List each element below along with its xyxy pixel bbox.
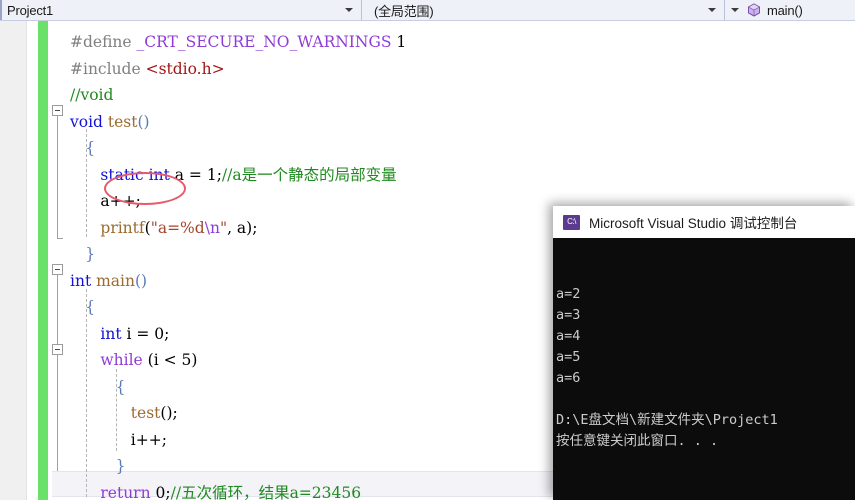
console-title-bar[interactable]: C:\ Microsoft Visual Studio 调试控制台 <box>553 206 855 238</box>
code-token: a++; <box>100 192 141 210</box>
code-token: static <box>100 165 144 184</box>
code-token: } <box>115 457 126 475</box>
code-token: //五次循环，结果a=23456 <box>170 483 362 500</box>
selection-margin <box>0 21 27 500</box>
code-line: return 0;//五次循环，结果a=23456 <box>100 480 361 500</box>
console-output-line: a=6 <box>556 370 581 386</box>
code-token: \n <box>204 218 220 237</box>
code-token: () <box>137 112 150 131</box>
code-line: { <box>85 294 95 321</box>
code-line: //void <box>70 82 113 109</box>
chevron-down-icon <box>731 8 739 12</box>
code-token: //void <box>70 86 114 104</box>
fold-guide-line <box>57 275 58 483</box>
change-tracking-bar <box>38 21 48 500</box>
code-token: test <box>130 404 161 422</box>
code-token: { <box>85 139 96 157</box>
code-token: test <box>107 112 138 131</box>
code-token: ) <box>191 351 198 369</box>
code-token: <stdio.h> <box>145 59 225 78</box>
code-token: 1 <box>206 165 217 184</box>
code-line: printf("a=%d\n", a); <box>100 215 257 242</box>
code-line: { <box>116 374 126 401</box>
code-line: int i = 0; <box>100 321 169 348</box>
code-line: } <box>85 241 95 268</box>
console-output: a=2 a=3 a=4 a=5 a=6 D:\E盘文档\新建文件夹\Project1 按任意… <box>553 238 855 500</box>
scope-combo[interactable]: (全局范围) <box>361 0 724 20</box>
code-line: #include <stdio.h> <box>70 56 225 83</box>
code-token: ; <box>164 324 170 343</box>
console-output-line: 按任意键关闭此窗口. . . <box>556 433 719 449</box>
code-token: printf <box>100 218 145 237</box>
code-token: return <box>100 483 151 500</box>
code-token: () <box>135 271 148 290</box>
project-combo[interactable]: Project1 <box>0 0 361 20</box>
code-line: } <box>116 453 126 480</box>
method-cube-icon <box>747 3 761 17</box>
code-token: //a是一个静态的局部变量 <box>221 165 397 184</box>
code-token: 5 <box>181 351 192 369</box>
console-output-line: a=2 <box>556 286 581 302</box>
code-token: , a); <box>227 218 258 237</box>
fold-toggle-test-function[interactable] <box>52 105 63 116</box>
code-token: { <box>115 377 126 396</box>
code-token: a = <box>169 165 207 184</box>
code-token: int <box>100 324 122 343</box>
code-line: void test() <box>70 109 150 136</box>
code-token: int <box>70 271 92 290</box>
code-token: #include <box>70 59 146 78</box>
fold-guide-line <box>57 116 58 238</box>
code-line: i++; <box>131 427 167 454</box>
code-token: 0 <box>155 483 166 500</box>
code-token: { <box>85 298 96 316</box>
code-token: i++; <box>130 430 167 449</box>
console-output-line: a=3 <box>556 307 581 323</box>
code-token: while <box>100 351 143 369</box>
console-title-text: Microsoft Visual Studio 调试控制台 <box>589 216 798 231</box>
chevron-down-icon <box>345 8 353 12</box>
code-token: 1 <box>391 33 407 51</box>
code-line: #define _CRT_SECURE_NO_WARNINGS 1 <box>70 29 406 56</box>
code-token: #define <box>70 33 137 51</box>
fold-toggle-main-function[interactable] <box>52 264 63 275</box>
fold-guide-end <box>57 238 63 239</box>
code-token: " <box>219 218 228 237</box>
code-token: void <box>70 112 103 131</box>
console-output-line: a=4 <box>556 328 581 344</box>
console-output-line: D:\E盘文档\新建文件夹\Project1 <box>556 412 778 428</box>
code-line: while (i < 5) <box>100 347 197 374</box>
code-token: main <box>96 271 135 290</box>
code-token: (); <box>160 404 178 422</box>
code-token: 0 <box>154 324 165 343</box>
code-token: i = <box>121 324 155 343</box>
scope-combo-label: (全局范围) <box>374 3 434 19</box>
code-line: { <box>85 135 95 162</box>
visual-studio-window: Project1 (全局范围) main() #define _CRT_SECU… <box>0 0 855 500</box>
editor-navigation-bar: Project1 (全局范围) main() <box>0 0 855 21</box>
console-app-icon: C:\ <box>563 214 580 230</box>
code-token: "a=%d <box>150 218 205 237</box>
code-line: static int a = 1;//a是一个静态的局部变量 <box>100 162 396 189</box>
code-token: } <box>85 245 96 263</box>
code-token: (i < <box>142 351 182 369</box>
code-line: test(); <box>131 400 178 427</box>
fold-toggle-while-loop[interactable] <box>52 344 63 355</box>
chevron-down-icon <box>708 8 716 12</box>
code-token: _CRT_SECURE_NO_WARNINGS <box>136 33 392 51</box>
code-token: int <box>148 165 170 184</box>
code-line: a++; <box>100 188 140 215</box>
debug-console-window[interactable]: C:\ Microsoft Visual Studio 调试控制台 a=2 a=3… <box>553 206 855 500</box>
console-icon-label: C:\ <box>567 217 576 226</box>
code-line: int main() <box>70 268 147 295</box>
member-combo[interactable]: main() <box>724 0 853 20</box>
console-output-line: a=5 <box>556 349 581 365</box>
outlining-margin[interactable] <box>48 21 70 500</box>
project-combo-label: Project1 <box>7 2 54 18</box>
